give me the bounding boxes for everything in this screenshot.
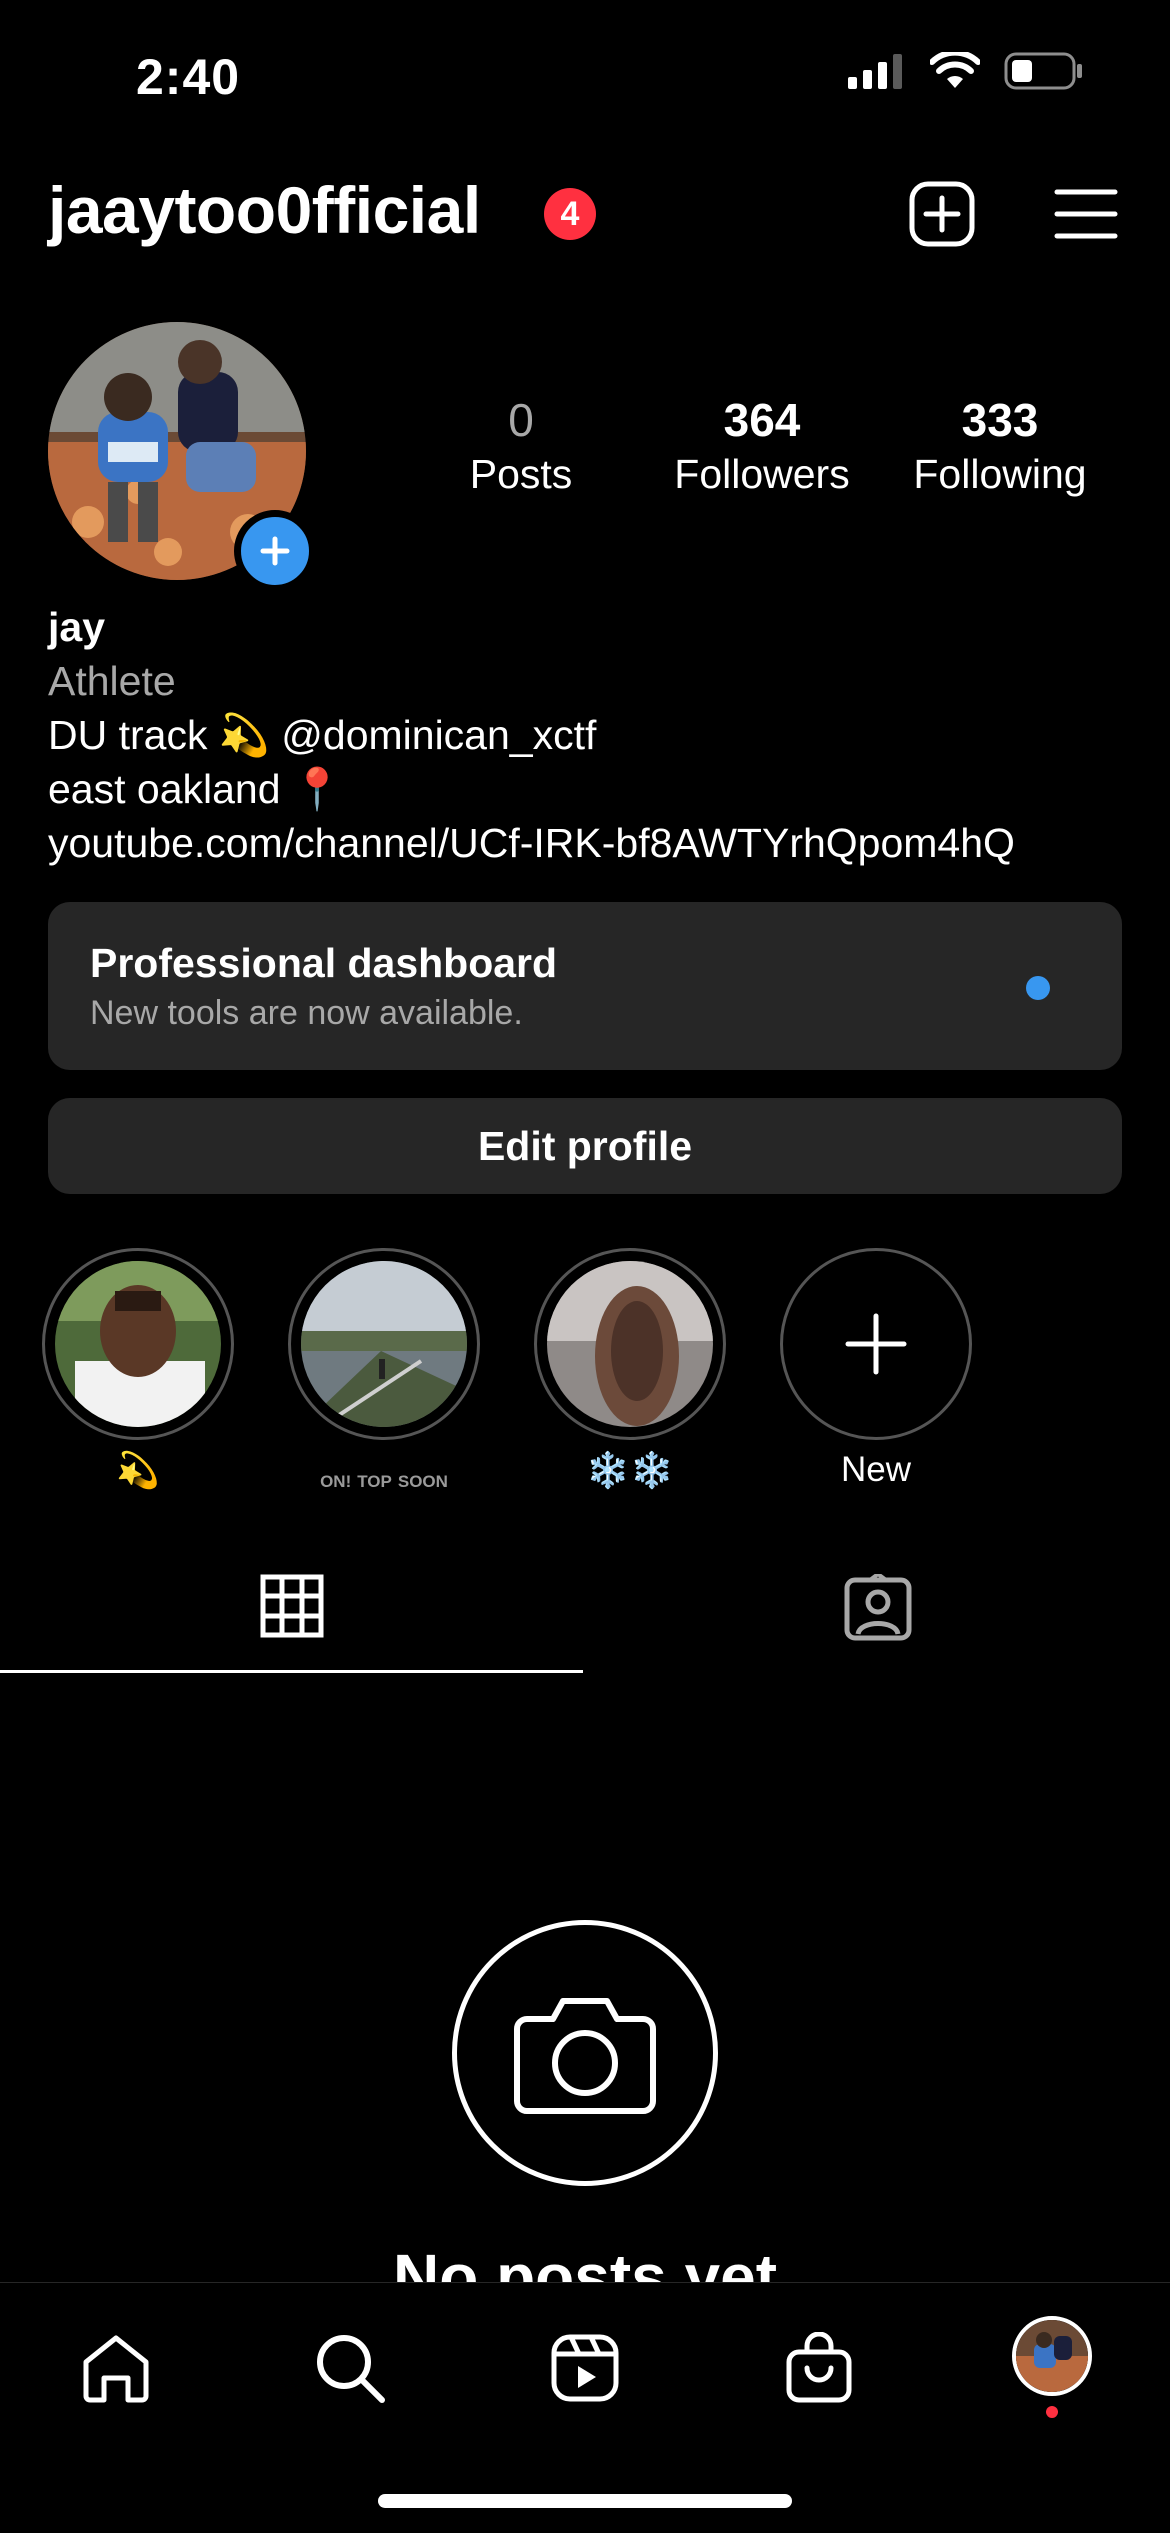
bio-line: DU track 💫 @dominican_xctf xyxy=(48,712,597,758)
highlight-photo xyxy=(55,1261,221,1427)
stat-following-value: 333 xyxy=(961,394,1039,446)
story-highlight[interactable] xyxy=(42,1248,234,1440)
new-post-icon xyxy=(909,181,975,247)
add-story-button[interactable] xyxy=(234,510,316,592)
new-post-button[interactable] xyxy=(904,176,980,252)
tab-grid[interactable] xyxy=(260,1574,324,1643)
battery-icon xyxy=(1004,52,1082,90)
story-highlight[interactable] xyxy=(534,1248,726,1440)
stat-following[interactable]: 333 Following xyxy=(890,392,1110,500)
stat-posts[interactable]: 0 Posts xyxy=(411,392,631,500)
active-tab-indicator xyxy=(0,1670,583,1673)
nav-home[interactable] xyxy=(68,2320,164,2416)
dashboard-subtitle: New tools are now available. xyxy=(90,994,523,1032)
stat-following-label: Following xyxy=(913,451,1087,497)
camera-icon xyxy=(514,1998,656,2114)
plus-icon xyxy=(845,1313,907,1375)
arrow-label: ON! xyxy=(320,1472,352,1491)
stat-posts-label: Posts xyxy=(469,451,573,497)
tab-tagged[interactable] xyxy=(844,1571,912,1647)
highlight-label-arrows: ON! TOP SOON xyxy=(288,1450,480,1492)
edit-profile-button[interactable]: Edit profile xyxy=(48,1098,1122,1194)
wifi-icon xyxy=(930,52,980,88)
arrow-label: SOON xyxy=(397,1472,448,1491)
profile-name: jay xyxy=(48,604,105,650)
grid-icon xyxy=(260,1574,324,1638)
nav-search[interactable] xyxy=(302,2320,398,2416)
tagged-icon xyxy=(844,1571,912,1641)
home-icon xyxy=(83,2335,149,2403)
nav-shop[interactable] xyxy=(771,2320,867,2416)
plus-icon xyxy=(260,536,290,566)
arrow-label: TOP xyxy=(357,1472,392,1491)
new-indicator-dot xyxy=(1026,976,1050,1000)
status-icons xyxy=(846,52,1084,90)
highlight-label: New xyxy=(840,1450,912,1489)
menu-icon xyxy=(1054,189,1118,239)
profile-link[interactable]: youtube.com/channel/UCf-IRK-bf8AWTYrhQpo… xyxy=(48,816,1128,870)
home-indicator xyxy=(378,2494,792,2508)
empty-state-icon-circle xyxy=(452,1920,718,2186)
highlight-cover xyxy=(547,1261,713,1427)
shop-icon xyxy=(786,2332,852,2403)
stat-followers[interactable]: 364 Followers xyxy=(652,392,872,500)
highlight-cover xyxy=(301,1261,467,1427)
profile-bio: jay Athlete DU track 💫 @dominican_xctf e… xyxy=(48,600,1128,870)
highlight-label: 💫 xyxy=(116,1451,160,1490)
reels-icon xyxy=(551,2334,619,2402)
stat-posts-value: 0 xyxy=(508,394,534,446)
profile-username[interactable]: jaaytoo0fficial xyxy=(48,172,481,248)
search-icon xyxy=(317,2335,385,2403)
cellular-signal-icon xyxy=(848,54,902,89)
nav-profile[interactable] xyxy=(1012,2316,1092,2396)
bio-line: east oakland 📍 xyxy=(48,766,343,812)
highlight-cover xyxy=(55,1261,221,1427)
notification-badge: 4 xyxy=(544,188,596,240)
dashboard-title: Professional dashboard xyxy=(90,940,558,986)
story-highlight[interactable] xyxy=(288,1248,480,1440)
nav-reels[interactable] xyxy=(537,2320,633,2416)
highlight-photo xyxy=(547,1261,713,1427)
nav-notification-dot xyxy=(1046,2406,1058,2418)
menu-button[interactable] xyxy=(1048,176,1124,252)
status-time: 2:40 xyxy=(136,49,241,105)
stat-followers-label: Followers xyxy=(674,451,850,497)
highlight-photo xyxy=(301,1261,467,1427)
profile-avatar xyxy=(1016,2320,1088,2392)
highlight-label: ❄️❄️ xyxy=(586,1451,674,1490)
new-highlight-button[interactable] xyxy=(780,1248,972,1440)
profile-category: Athlete xyxy=(48,658,176,704)
stat-followers-value: 364 xyxy=(723,394,801,446)
